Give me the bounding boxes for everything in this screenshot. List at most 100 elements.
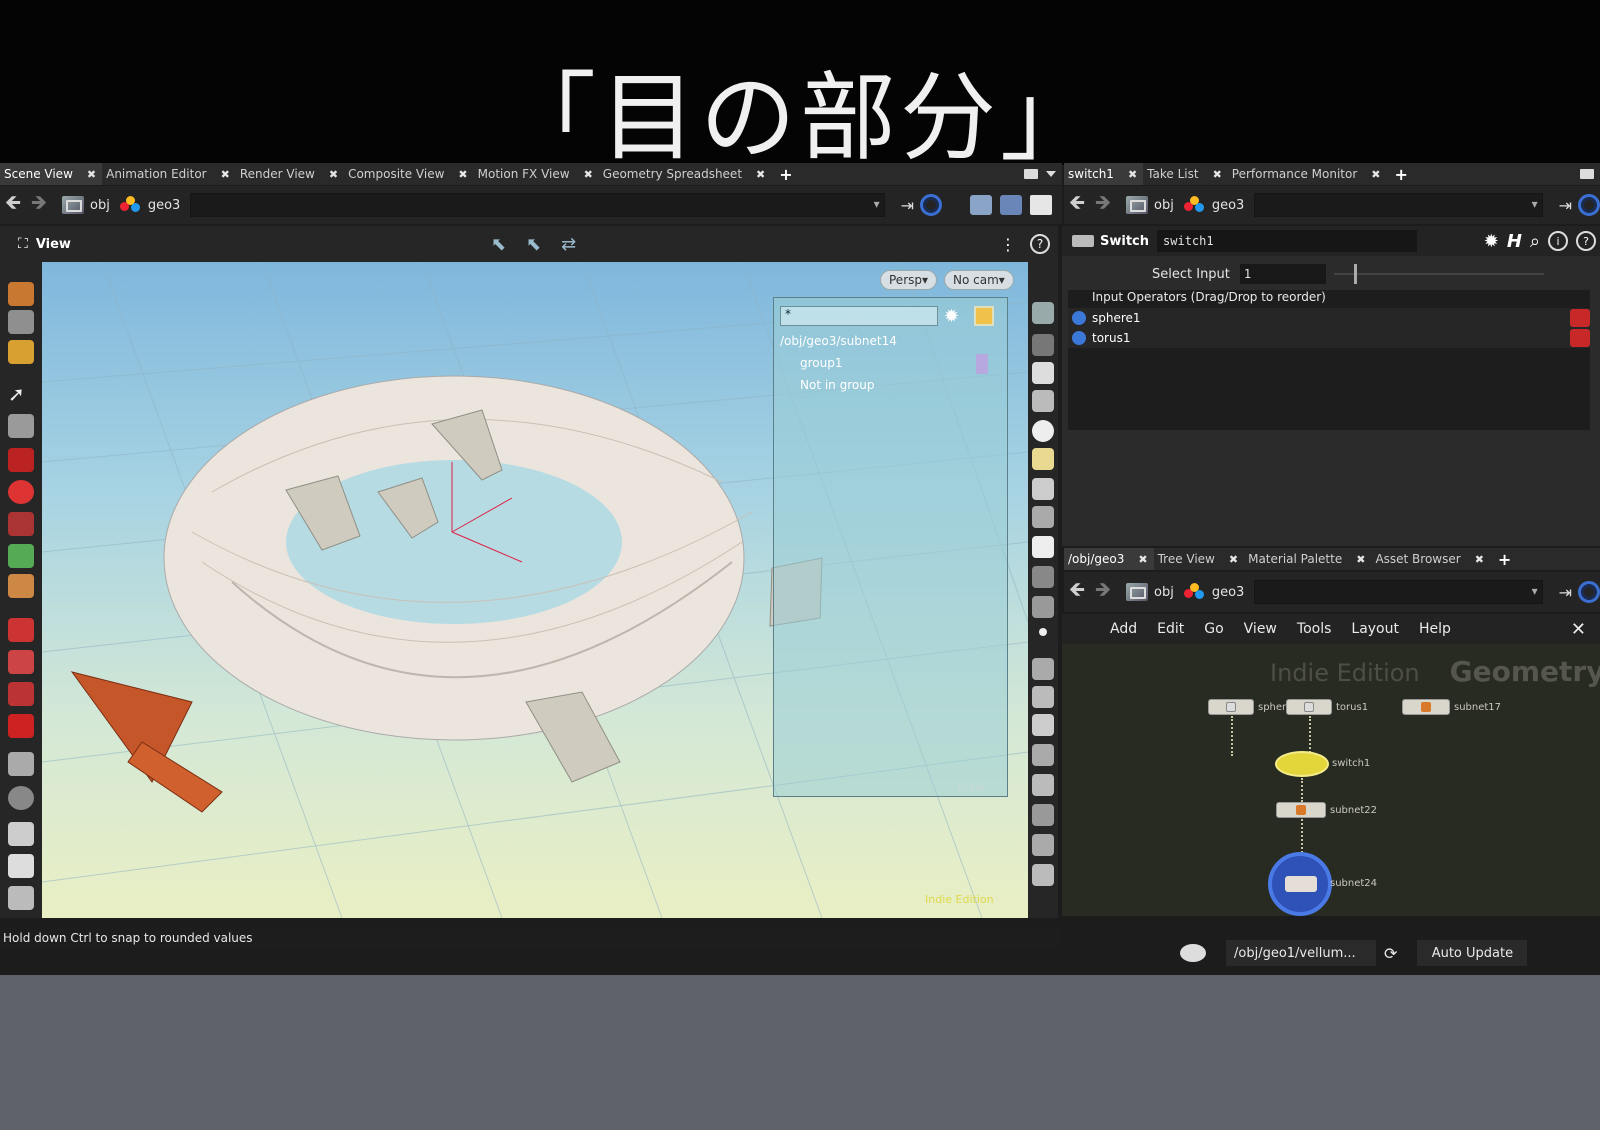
tab-geometry-spreadsheet[interactable]: Geometry Spreadsheet ✖ <box>599 163 771 185</box>
display-menu-icon[interactable]: ⋮ <box>1000 235 1016 254</box>
tab-switch1[interactable]: switch1 ✖ <box>1064 163 1144 185</box>
node-sphere1[interactable] <box>1208 699 1254 715</box>
view-menu-icon[interactable]: ⛶ <box>18 236 28 252</box>
light-icon[interactable] <box>1032 390 1054 412</box>
tab-render-view[interactable]: Render View ✖ <box>236 163 344 185</box>
node-switch1[interactable] <box>1275 751 1329 777</box>
forward-arrow-icon[interactable]: 🡺 <box>1090 577 1116 605</box>
add-tab-icon[interactable]: + <box>779 165 792 184</box>
pane-menu-icon[interactable] <box>1046 171 1056 177</box>
tab-network-geo3[interactable]: /obj/geo3 ✖ <box>1064 548 1154 570</box>
transform-icon[interactable] <box>8 544 34 568</box>
render-icon[interactable] <box>8 886 34 910</box>
arrow-select-icon[interactable]: ➚ <box>8 382 34 406</box>
menu-tools[interactable]: Tools <box>1297 621 1332 637</box>
close-icon[interactable]: ✖ <box>756 168 765 181</box>
pin-icon[interactable]: ⇥ <box>1559 583 1572 602</box>
select-input-slider[interactable] <box>1333 264 1544 284</box>
path-field[interactable] <box>190 193 885 217</box>
houdini-help-icon[interactable]: H <box>1507 231 1522 252</box>
lock-camera-icon[interactable] <box>1032 362 1054 384</box>
gear-icon[interactable]: ✹ <box>1484 231 1499 252</box>
link-target-icon[interactable] <box>1578 581 1600 603</box>
input-op-sphere1[interactable]: sphere1 <box>1068 308 1590 328</box>
point-display-icon[interactable] <box>1032 478 1054 500</box>
bounds-icon[interactable] <box>1032 834 1054 856</box>
add-tab-icon[interactable]: + <box>1395 165 1408 184</box>
scrollbar-thumb[interactable] <box>976 354 988 374</box>
path-field[interactable] <box>1254 193 1543 217</box>
breadcrumb-obj[interactable]: obj <box>62 196 110 214</box>
select-tool-icon[interactable]: ⬉ <box>491 234 506 255</box>
link-target-icon[interactable] <box>920 194 942 216</box>
magnet-icon[interactable] <box>8 714 34 738</box>
menu-view[interactable]: View <box>1244 621 1277 637</box>
persp-menu[interactable]: Persp ▾ <box>880 270 938 290</box>
tangents-icon[interactable] <box>1032 864 1054 886</box>
menu-help[interactable]: Help <box>1419 621 1451 637</box>
highlight-icon[interactable] <box>974 306 994 326</box>
prim-numbers-icon[interactable] <box>1032 506 1054 528</box>
tab-performance-monitor[interactable]: Performance Monitor ✖ <box>1228 163 1387 185</box>
home-icon[interactable] <box>8 822 34 846</box>
tree-item-group1[interactable]: group1 <box>800 356 843 370</box>
slider-handle[interactable] <box>1353 264 1357 284</box>
menu-edit[interactable]: Edit <box>1157 621 1184 637</box>
snap-prim-icon[interactable] <box>8 650 34 674</box>
tab-material-palette[interactable]: Material Palette ✖ <box>1244 548 1371 570</box>
close-icon[interactable]: ✖ <box>458 168 467 181</box>
gear-icon[interactable]: ✹ <box>944 306 959 327</box>
pose-tool-icon[interactable]: ⇄ <box>561 234 576 255</box>
tab-tree-view[interactable]: Tree View ✖ <box>1154 548 1245 570</box>
select-input-field[interactable]: 1 <box>1239 264 1326 284</box>
node-name-field[interactable]: switch1 <box>1157 230 1418 252</box>
tab-composite-view[interactable]: Composite View ✖ <box>344 163 474 185</box>
close-icon[interactable]: ✖ <box>584 168 593 181</box>
close-icon[interactable]: ✖ <box>87 168 96 181</box>
snap-point-icon[interactable] <box>8 682 34 706</box>
back-arrow-icon[interactable]: 🡸 <box>1064 190 1090 218</box>
menu-go[interactable]: Go <box>1204 621 1223 637</box>
camera-icon[interactable] <box>8 786 34 810</box>
view-menu-label[interactable]: View <box>36 237 71 252</box>
sphere-display-icon[interactable] <box>1032 420 1054 442</box>
back-arrow-icon[interactable]: 🡸 <box>1064 577 1090 605</box>
camera-menu[interactable]: No cam ▾ <box>944 270 1014 290</box>
close-icon[interactable]: ✖ <box>1138 553 1147 566</box>
close-icon[interactable]: ✖ <box>1356 553 1365 566</box>
help-icon[interactable]: ? <box>1030 234 1050 254</box>
tab-take-list[interactable]: Take List ✖ <box>1143 163 1228 185</box>
display-options-icon[interactable] <box>970 195 992 215</box>
pin-icon[interactable]: ⇥ <box>1559 196 1572 215</box>
rotate-icon[interactable] <box>8 480 34 504</box>
info-icon[interactable]: i <box>1548 231 1568 251</box>
node-jump-icon[interactable] <box>1072 331 1086 345</box>
node-subnet22[interactable] <box>1276 802 1326 818</box>
search-icon[interactable]: ⌕ <box>1530 231 1540 252</box>
remove-input-icon[interactable] <box>1570 329 1590 347</box>
select-icon[interactable] <box>8 282 34 306</box>
template-icon[interactable] <box>1032 334 1054 356</box>
path-field[interactable] <box>1254 580 1543 604</box>
perf-path-field[interactable]: /obj/geo1/vellum... <box>1226 940 1376 966</box>
pin-icon[interactable]: ⇥ <box>901 196 914 215</box>
menu-layout[interactable]: Layout <box>1351 621 1399 637</box>
back-arrow-icon[interactable]: 🡸 <box>0 190 26 218</box>
maximize-icon[interactable] <box>1580 169 1594 179</box>
close-icon[interactable]: ✖ <box>1213 168 1222 181</box>
breadcrumb-obj[interactable]: obj <box>1126 583 1174 601</box>
tab-animation-editor[interactable]: Animation Editor ✖ <box>102 163 236 185</box>
close-icon[interactable]: ✖ <box>329 168 338 181</box>
menu-add[interactable]: Add <box>1110 621 1137 637</box>
input-op-torus1[interactable]: torus1 <box>1068 328 1590 348</box>
close-icon[interactable]: ✖ <box>1229 553 1238 566</box>
breadcrumb-geo[interactable]: geo3 <box>119 196 180 214</box>
close-icon[interactable]: ✖ <box>1128 168 1137 181</box>
auto-update-menu[interactable]: Auto Update <box>1417 940 1528 966</box>
vertex-numbers-icon[interactable] <box>1032 774 1054 796</box>
handles-icon[interactable] <box>8 752 34 776</box>
shading-icon[interactable] <box>1000 195 1022 215</box>
brush-display-icon[interactable] <box>1032 744 1054 766</box>
node-subnet24[interactable] <box>1268 852 1332 916</box>
brush-icon[interactable] <box>8 574 34 598</box>
